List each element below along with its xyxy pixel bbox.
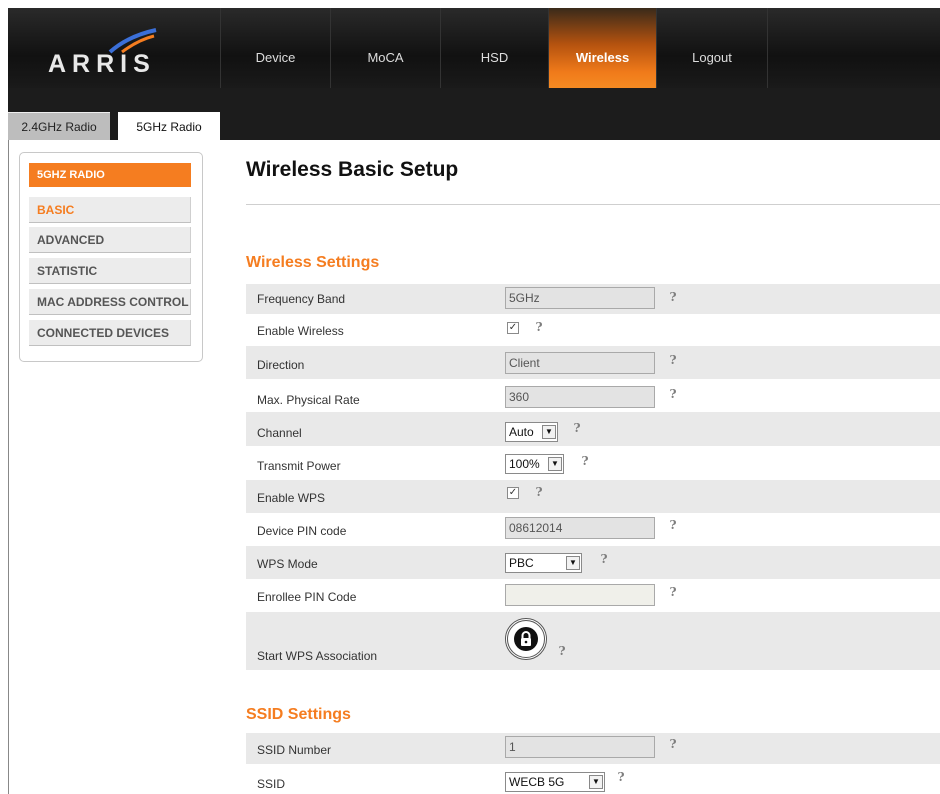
device-pin-field[interactable]: 08612014 (505, 517, 655, 539)
frequency-band-label: Frequency Band (257, 292, 346, 306)
row-transmit-power: Transmit Power 100% ▼ ? (246, 446, 940, 480)
chevron-down-icon: ▼ (566, 556, 580, 570)
direction-field[interactable]: Client (505, 352, 655, 374)
transmit-power-value: 100% (509, 457, 540, 471)
ssid-label: SSID (257, 777, 286, 791)
channel-value: Auto (509, 425, 534, 439)
nav-device[interactable]: Device (220, 8, 330, 88)
lock-icon (514, 627, 538, 651)
enrollee-pin-field[interactable] (505, 584, 655, 606)
ssid-value: WECB 5G (509, 775, 565, 789)
help-icon[interactable]: ? (667, 585, 679, 599)
help-icon[interactable]: ? (533, 320, 545, 334)
help-icon[interactable]: ? (667, 290, 679, 304)
wps-mode-label: WPS Mode (257, 557, 318, 571)
nav-logout[interactable]: Logout (656, 8, 768, 88)
enable-wps-checkbox[interactable]: ✓ (507, 487, 519, 499)
transmit-power-select[interactable]: 100% ▼ (505, 454, 564, 474)
sidebar: 5GHZ RADIO BASIC ADVANCED STATISTIC MAC … (19, 152, 203, 362)
help-icon[interactable]: ? (556, 644, 568, 658)
wireless-settings-title: Wireless Settings (246, 254, 380, 271)
chevron-down-icon: ▼ (548, 457, 562, 471)
tab-5ghz-radio[interactable]: 5GHz Radio (118, 112, 220, 140)
row-frequency-band: Frequency Band 5GHz ? (246, 284, 940, 314)
sidebar-item-advanced[interactable]: ADVANCED (29, 227, 191, 253)
max-physical-rate-field[interactable]: 360 (505, 386, 655, 408)
sidebar-item-connected-devices[interactable]: CONNECTED DEVICES (29, 320, 191, 346)
top-header: ARRIS Device MoCA HSD Wireless Logout (8, 8, 940, 89)
help-icon[interactable]: ? (615, 770, 627, 784)
sidebar-item-statistic[interactable]: STATISTIC (29, 258, 191, 284)
row-ssid: SSID WECB 5G ▼ ? (246, 764, 940, 794)
sidebar-header: 5GHZ RADIO (29, 163, 191, 187)
start-wps-button[interactable] (505, 618, 547, 660)
channel-select[interactable]: Auto ▼ (505, 422, 558, 442)
help-icon[interactable]: ? (598, 552, 610, 566)
help-icon[interactable]: ? (667, 353, 679, 367)
row-max-physical-rate: Max. Physical Rate 360 ? (246, 379, 940, 412)
row-ssid-number: SSID Number 1 ? (246, 733, 940, 764)
wps-mode-value: PBC (509, 556, 534, 570)
row-wps-mode: WPS Mode PBC ▼ ? (246, 546, 940, 579)
help-icon[interactable]: ? (667, 387, 679, 401)
ssid-select[interactable]: WECB 5G ▼ (505, 772, 605, 792)
channel-label: Channel (257, 426, 302, 440)
row-device-pin: Device PIN code 08612014 ? (246, 513, 940, 546)
ssid-number-field[interactable]: 1 (505, 736, 655, 758)
frequency-band-field[interactable]: 5GHz (505, 287, 655, 309)
row-enrollee-pin: Enrollee PIN Code ? (246, 579, 940, 612)
help-icon[interactable]: ? (571, 421, 583, 435)
row-start-wps: Start WPS Association ? (246, 612, 940, 670)
title-divider (246, 204, 940, 205)
max-physical-rate-label: Max. Physical Rate (257, 393, 360, 407)
wps-mode-select[interactable]: PBC ▼ (505, 553, 582, 573)
nav-hsd[interactable]: HSD (440, 8, 548, 88)
enable-wps-label: Enable WPS (257, 491, 326, 505)
ssid-number-label: SSID Number (257, 743, 332, 757)
chevron-down-icon: ▼ (589, 775, 603, 789)
sidebar-item-basic[interactable]: BASIC (29, 197, 191, 223)
help-icon[interactable]: ? (667, 737, 679, 751)
enable-wireless-label: Enable Wireless (257, 324, 344, 338)
enrollee-pin-label: Enrollee PIN Code (257, 590, 357, 604)
transmit-power-label: Transmit Power (257, 459, 341, 473)
direction-label: Direction (257, 358, 305, 372)
help-icon[interactable]: ? (533, 485, 545, 499)
row-direction: Direction Client ? (246, 346, 940, 379)
enable-wireless-checkbox[interactable]: ✓ (507, 322, 519, 334)
logo: ARRIS (48, 50, 156, 78)
help-icon[interactable]: ? (667, 518, 679, 532)
device-pin-label: Device PIN code (257, 524, 347, 538)
start-wps-label: Start WPS Association (257, 649, 378, 663)
nav-moca[interactable]: MoCA (330, 8, 440, 88)
nav-wireless[interactable]: Wireless (548, 8, 656, 88)
content-border (8, 140, 9, 794)
ssid-settings-title: SSID Settings (246, 706, 351, 723)
row-enable-wireless: Enable Wireless ✓ ? (246, 314, 940, 346)
chevron-down-icon: ▼ (542, 425, 556, 439)
sidebar-item-mac-address-control[interactable]: MAC ADDRESS CONTROL (29, 289, 191, 315)
page-title: Wireless Basic Setup (246, 158, 459, 181)
row-channel: Channel Auto ▼ ? (246, 412, 940, 446)
main-nav: Device MoCA HSD Wireless Logout (220, 8, 768, 88)
help-icon[interactable]: ? (579, 454, 591, 468)
row-enable-wps: Enable WPS ✓ ? (246, 480, 940, 513)
radio-tab-strip: 2.4GHz Radio 5GHz Radio (8, 88, 940, 140)
tab-2-4ghz-radio[interactable]: 2.4GHz Radio (8, 112, 110, 140)
